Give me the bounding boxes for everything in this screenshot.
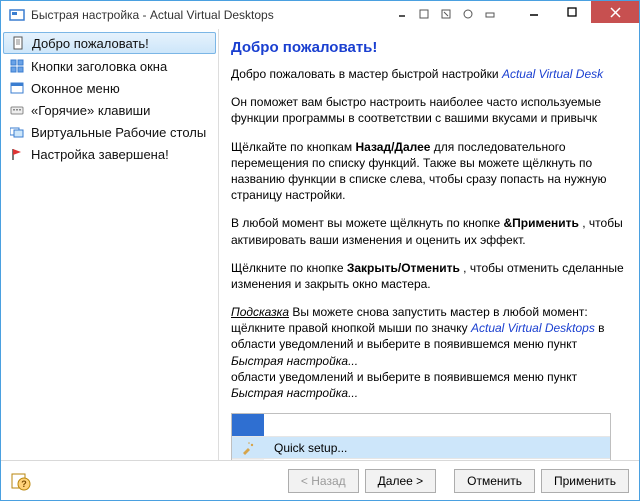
intro-paragraph: Добро пожаловать в мастер быстрой настро… [231, 66, 631, 82]
menu-item-quick-setup[interactable]: Quick setup... [232, 436, 610, 458]
page-heading: Добро пожаловать! [231, 39, 631, 56]
bold-text: &Применить [503, 216, 578, 230]
desktops-icon [9, 124, 25, 140]
pause-icon [232, 459, 264, 460]
menu-item-stop[interactable]: Stop Ctrl+Alt+Num - [232, 458, 610, 460]
sidebar-item-welcome[interactable]: Добро пожаловать! [3, 32, 216, 54]
window-title: Быстрая настройка - Actual Virtual Deskt… [31, 8, 274, 22]
sidebar-item-virtual-desktops[interactable]: Виртуальные Рабочие столы [1, 121, 218, 143]
extra-titlebar-buttons [393, 5, 499, 23]
apply-button[interactable]: Применить [541, 469, 629, 493]
context-menu-demo: Quick setup... Stop Ctrl+Alt+Num - Exit [231, 413, 611, 460]
extra-btn-5[interactable] [481, 5, 499, 23]
extra-btn-3[interactable] [437, 5, 455, 23]
sidebar-item-setup-complete[interactable]: Настройка завершена! [1, 143, 218, 165]
minimize-button[interactable] [515, 1, 553, 23]
svg-text:?: ? [21, 479, 27, 489]
extra-btn-2[interactable] [415, 5, 433, 23]
sidebar-item-label: Добро пожаловать! [32, 36, 149, 51]
sidebar-item-label: Кнопки заголовка окна [31, 59, 167, 74]
button-label: Отменить [467, 474, 522, 488]
text: Щёлкайте по кнопкам [231, 140, 356, 154]
text: Щёлкните по кнопке [231, 261, 347, 275]
sidebar-item-hotkeys[interactable]: «Горячие» клавиши [1, 99, 218, 121]
system-buttons [515, 1, 639, 23]
close-button[interactable] [591, 1, 639, 23]
text: области уведомлений и выберите в появивш… [231, 370, 577, 384]
button-label: Применить [554, 474, 616, 488]
sidebar-item-window-menu[interactable]: Оконное меню [1, 77, 218, 99]
italic-text: Быстрая настройка... [231, 386, 358, 400]
text: В любой момент вы можете щёлкнуть по кно… [231, 216, 503, 230]
extra-btn-4[interactable] [459, 5, 477, 23]
app-icon [9, 7, 25, 23]
button-label: < Назад [301, 474, 346, 488]
text: Добро пожаловать в мастер быстрой настро… [231, 67, 502, 81]
sidebar-item-label: «Горячие» клавиши [31, 103, 150, 118]
sidebar-item-label: Оконное меню [31, 81, 120, 96]
menu-icon [9, 80, 25, 96]
next-button[interactable]: Далее > [365, 469, 437, 493]
content-pane: Добро пожаловать! Добро пожаловать в мас… [219, 29, 639, 460]
bold-text: Назад/Далее [356, 140, 431, 154]
document-icon [10, 35, 26, 51]
hint-label: Подсказка [231, 305, 289, 319]
paragraph-hint: Подсказка Вы можете снова запустить маст… [231, 304, 631, 401]
sidebar-item-label: Настройка завершена! [31, 147, 169, 162]
cancel-button[interactable]: Отменить [454, 469, 535, 493]
title-bar: Быстрая настройка - Actual Virtual Deskt… [1, 1, 639, 29]
grid-icon [9, 58, 25, 74]
sidebar: Добро пожаловать! Кнопки заголовка окна … [1, 29, 219, 460]
tray-icon-placeholder [232, 414, 264, 436]
product-link[interactable]: Actual Virtual Desk [502, 67, 603, 81]
extra-btn-1[interactable] [393, 5, 411, 23]
bold-text: Закрыть/Отменить [347, 261, 460, 275]
sidebar-item-titlebar-buttons[interactable]: Кнопки заголовка окна [1, 55, 218, 77]
button-label: Далее > [378, 474, 424, 488]
keyboard-icon [9, 102, 25, 118]
paragraph-4: В любой момент вы можете щёлкнуть по кно… [231, 215, 631, 247]
back-button[interactable]: < Назад [288, 469, 359, 493]
menu-header [232, 414, 610, 436]
flag-icon [9, 146, 25, 162]
sidebar-item-label: Виртуальные Рабочие столы [31, 125, 206, 140]
paragraph-5: Щёлкните по кнопке Закрыть/Отменить , чт… [231, 260, 631, 292]
product-link[interactable]: Actual Virtual Desktops [471, 321, 595, 335]
maximize-button[interactable] [553, 1, 591, 23]
paragraph-2: Он поможет вам быстро настроить наиболее… [231, 94, 631, 126]
help-icon[interactable]: ? [11, 471, 31, 491]
italic-text: Быстрая настройка... [231, 354, 358, 368]
paragraph-3: Щёлкайте по кнопкам Назад/Далее для посл… [231, 139, 631, 204]
footer: ? < Назад Далее > Отменить Применить [1, 460, 639, 500]
menu-item-label: Quick setup... [264, 441, 414, 455]
wizard-icon [232, 437, 264, 459]
